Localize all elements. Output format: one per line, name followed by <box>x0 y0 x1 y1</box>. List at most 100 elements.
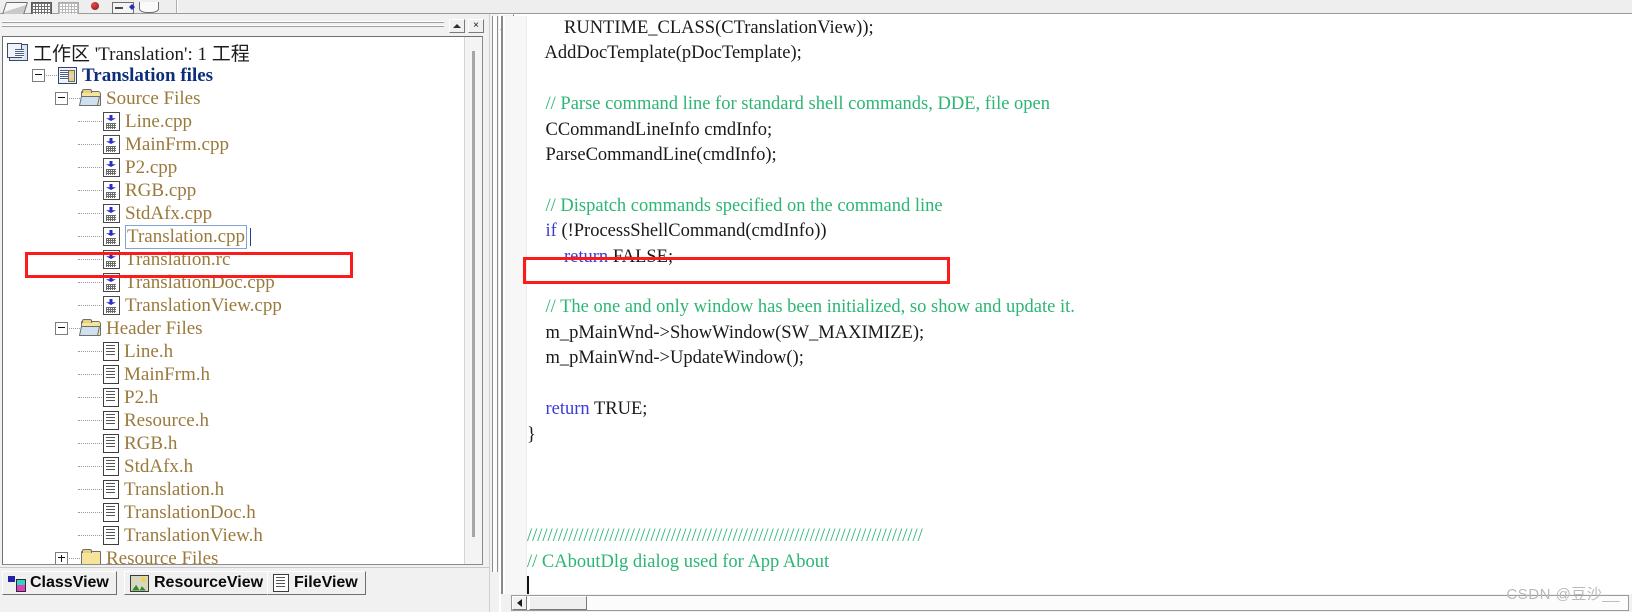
code-line[interactable] <box>527 168 1632 193</box>
tree-item[interactable]: TranslationView.h <box>9 524 465 547</box>
tree-item[interactable]: P2.cpp <box>9 156 465 179</box>
tree-item[interactable]: Line.cpp <box>9 110 465 133</box>
tag-insert-icon[interactable] <box>112 2 134 14</box>
code-line[interactable]: // CAboutDlg dialog used for App About <box>527 550 1632 575</box>
code-line[interactable]: m_pMainWnd->ShowWindow(SW_MAXIMIZE); <box>527 321 1632 346</box>
code-line[interactable]: // The one and only window has been init… <box>527 295 1632 320</box>
tree-item[interactable]: Line.h <box>9 340 465 363</box>
tree-item[interactable]: Header Files <box>9 317 465 340</box>
tab-fileview[interactable]: FileView <box>267 571 366 595</box>
code-line[interactable]: CCommandLineInfo cmdInfo; <box>527 118 1632 143</box>
books-stack-icon[interactable] <box>1 2 29 15</box>
collapse-icon[interactable] <box>55 322 68 335</box>
tree-item[interactable]: P2.h <box>9 386 465 409</box>
code-line[interactable]: if (!ProcessShellCommand(cmdInfo)) <box>527 219 1632 244</box>
close-button[interactable]: × <box>468 19 484 33</box>
editor-gutter[interactable] <box>505 16 527 594</box>
code-line[interactable]: // Parse command line for standard shell… <box>527 92 1632 117</box>
tree-vertical-scrollbar[interactable] <box>464 37 482 564</box>
tree-item[interactable]: MainFrm.h <box>9 363 465 386</box>
tree-connector <box>78 120 102 123</box>
tree-item[interactable]: Translation files <box>9 64 465 87</box>
code-line[interactable]: AddDocTemplate(pDocTemplate); <box>527 41 1632 66</box>
tab-resourceview-label: ResourceView <box>154 574 264 591</box>
grid-light-icon[interactable] <box>58 2 79 15</box>
tree-item[interactable]: RGB.cpp <box>9 179 465 202</box>
code-line[interactable] <box>527 575 1632 594</box>
hscroll-left-arrow[interactable] <box>512 596 527 610</box>
workspace-icon <box>7 43 28 61</box>
cpp-file-icon <box>103 250 120 269</box>
code-line[interactable]: RUNTIME_CLASS(CTranslationView)); <box>527 16 1632 41</box>
tree-item-label: MainFrm.h <box>124 363 211 385</box>
red-dot-icon[interactable] <box>85 2 105 14</box>
workspace-titlebar: × <box>0 17 489 33</box>
code-line[interactable] <box>527 67 1632 92</box>
tree-item[interactable]: TranslationDoc.cpp <box>9 271 465 294</box>
h-file-icon <box>103 342 119 361</box>
hscroll-thumb[interactable] <box>529 596 587 610</box>
tree-item-label: TranslationDoc.h <box>124 501 256 523</box>
tree-item[interactable]: RGB.h <box>9 432 465 455</box>
h-file-icon <box>103 388 119 407</box>
code-line[interactable] <box>527 270 1632 295</box>
code-line[interactable] <box>527 372 1632 397</box>
code-line[interactable]: ////////////////////////////////////////… <box>527 524 1632 549</box>
h-file-icon <box>103 434 119 453</box>
code-line[interactable] <box>527 473 1632 498</box>
editor-code-text[interactable]: RUNTIME_CLASS(CTranslationView)); AddDoc… <box>527 16 1632 594</box>
tree-item-label: Header Files <box>106 317 203 339</box>
tree-item-label: StdAfx.cpp <box>125 202 213 224</box>
code-line[interactable]: ParseCommandLine(cmdInfo); <box>527 143 1632 168</box>
tree-item[interactable]: MainFrm.cpp <box>9 133 465 156</box>
tree-scrollbar-thumb[interactable] <box>472 51 475 537</box>
grid-icon[interactable] <box>31 2 52 15</box>
collapse-icon[interactable] <box>32 69 45 82</box>
tree-item[interactable]: TranslationView.cpp <box>9 294 465 317</box>
editor-horizontal-scrollbar[interactable] <box>501 594 1632 612</box>
code-line[interactable]: return FALSE; <box>527 245 1632 270</box>
tree-item[interactable]: StdAfx.cpp <box>9 202 465 225</box>
toolbar-strip <box>0 0 1632 15</box>
tab-fileview-label: FileView <box>294 574 358 591</box>
code-line[interactable] <box>527 448 1632 473</box>
tree-item-label: 工作区 'Translation': 1 工程 <box>33 44 250 65</box>
tree-item[interactable]: Resource Files <box>9 547 465 564</box>
close-icon: × <box>473 20 479 31</box>
folder-open-icon <box>81 89 101 106</box>
tree-item[interactable]: Translation.rc <box>9 248 465 271</box>
tree-item[interactable]: Translation.h <box>9 478 465 501</box>
collapse-icon[interactable] <box>55 92 68 105</box>
tree-connector <box>46 74 57 77</box>
tree-item[interactable]: Source Files <box>9 87 465 110</box>
tree-item[interactable]: Translation.cpp <box>9 224 465 249</box>
tab-classview[interactable]: ClassView <box>2 571 117 595</box>
tree-item[interactable]: 工作区 'Translation': 1 工程 <box>7 41 465 65</box>
minimize-button[interactable] <box>449 19 465 33</box>
code-line[interactable]: return TRUE; <box>527 397 1632 422</box>
titlebar-grip[interactable] <box>2 21 444 30</box>
splitter-scroll-track[interactable] <box>492 16 498 572</box>
code-line[interactable]: m_pMainWnd->UpdateWindow(); <box>527 346 1632 371</box>
tree-item[interactable]: Resource.h <box>9 409 465 432</box>
tab-classview-label: ClassView <box>30 574 109 591</box>
tree-connector <box>69 97 80 100</box>
hscroll-track[interactable] <box>511 595 1629 611</box>
tree-connector <box>78 534 102 537</box>
code-line[interactable] <box>527 499 1632 524</box>
tree-item-label: StdAfx.h <box>124 455 194 477</box>
file-tree[interactable]: 工作区 'Translation': 1 工程 Translation files… <box>3 37 465 564</box>
panel-splitter[interactable] <box>489 14 499 612</box>
code-line[interactable]: // Dispatch commands specified on the co… <box>527 194 1632 219</box>
tree-item[interactable]: TranslationDoc.h <box>9 501 465 524</box>
tree-item-label: RGB.cpp <box>125 179 197 201</box>
cpp-file-icon <box>103 181 120 200</box>
bucket-icon[interactable] <box>139 2 159 14</box>
tree-item[interactable]: StdAfx.h <box>9 455 465 478</box>
code-line[interactable]: } <box>527 423 1632 448</box>
tab-resourceview[interactable]: ResourceView <box>124 571 272 595</box>
cpp-file-icon <box>103 135 120 154</box>
expand-icon[interactable] <box>55 552 68 564</box>
workspace-panel: × 工作区 'Translation': 1 工程 Translation fil… <box>0 14 489 612</box>
tree-item-label: P2.cpp <box>125 156 178 178</box>
